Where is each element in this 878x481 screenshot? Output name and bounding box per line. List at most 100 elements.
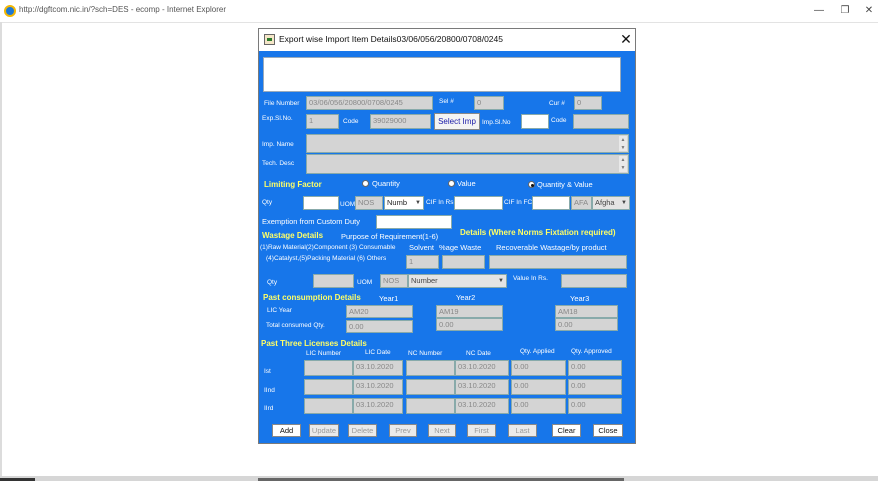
col-lic-date: LIC Date <box>365 349 391 356</box>
select-imp-button[interactable]: Select Imp <box>434 113 480 130</box>
qty-applied-field[interactable]: 0.00 <box>511 379 566 395</box>
chevron-down-icon: ▼ <box>498 278 504 284</box>
cif-fc-field[interactable] <box>532 196 570 210</box>
qty-applied-field[interactable]: 0.00 <box>511 398 566 414</box>
col-nc-number: NC Number <box>408 350 443 357</box>
scroll-arrows-icon[interactable]: ▲ ▼ <box>619 136 627 151</box>
file-number-field[interactable]: 03/06/056/20800/0708/0245 <box>306 96 433 110</box>
last-button[interactable]: Last <box>508 424 537 437</box>
radio-quantity-and-value-label: Quantity & Value <box>537 180 593 189</box>
imp-sl-field[interactable] <box>521 114 549 129</box>
year2-total-field[interactable]: 0.00 <box>436 318 503 331</box>
code-field[interactable]: 39029000 <box>370 114 431 129</box>
year3-label: Year3 <box>570 294 590 303</box>
restore-button[interactable]: ❐ <box>834 3 856 19</box>
wastage-uom-select[interactable]: Number ▼ <box>408 274 507 288</box>
afa-field[interactable]: AFA <box>571 196 592 210</box>
raw-material-label: (1)Raw Material(2)Component (3) Consumab… <box>260 244 396 251</box>
exp-sl-field[interactable]: 1 <box>306 114 339 129</box>
nc-number-field[interactable] <box>406 379 455 395</box>
year3-total-field[interactable]: 0.00 <box>555 318 618 331</box>
nc-number-field[interactable] <box>406 360 455 376</box>
qty-field[interactable] <box>303 196 339 210</box>
norms-details-heading: Details (Where Norms Fixtation required) <box>460 228 616 237</box>
year1-lic-field[interactable]: AM20 <box>346 305 413 318</box>
imp-name-textarea[interactable]: ▲ ▼ <box>306 134 629 153</box>
value-rs-field[interactable] <box>561 274 627 288</box>
sel-field[interactable]: 0 <box>474 96 504 110</box>
qty-approved-field[interactable]: 0.00 <box>568 379 622 395</box>
dialog-close-button[interactable]: ✕ <box>618 31 634 47</box>
tech-desc-label: Tech. Desc <box>262 160 295 167</box>
purpose-field[interactable]: 1 <box>406 255 439 269</box>
radio-quantity[interactable] <box>362 180 369 187</box>
lic-year-label: LIC Year <box>267 307 292 314</box>
nc-date-field[interactable]: 03.10.2020 <box>455 379 509 395</box>
uom-field[interactable]: NOS <box>355 196 383 210</box>
catalyst-label: (4)Catalyst,(5)Packing Material (6) Othe… <box>266 255 387 262</box>
year2-lic-field[interactable]: AM19 <box>436 305 503 318</box>
window-close-button[interactable]: ✕ <box>858 3 878 19</box>
delete-button[interactable]: Delete <box>348 424 377 437</box>
code-label: Code <box>343 118 359 125</box>
row-label: Ist <box>264 368 271 375</box>
scroll-arrows-icon[interactable]: ▲ ▼ <box>619 156 627 172</box>
year3-lic-field[interactable]: AM18 <box>555 305 618 318</box>
chevron-down-icon: ▼ <box>621 200 627 206</box>
radio-quantity-and-value[interactable] <box>528 181 535 188</box>
lic-date-field[interactable]: 03.10.2020 <box>353 379 403 395</box>
lic-date-field[interactable]: 03.10.2020 <box>353 360 403 376</box>
prev-button[interactable]: Prev <box>389 424 417 437</box>
age-waste-field[interactable] <box>442 255 485 269</box>
dialog-title: Export wise Import Item Details03/06/056… <box>279 34 503 44</box>
close-button[interactable]: Close <box>593 424 623 437</box>
exemption-field[interactable] <box>376 215 452 229</box>
clear-button[interactable]: Clear <box>552 424 581 437</box>
lic-date-field[interactable]: 03.10.2020 <box>353 398 403 414</box>
row-label: IInd <box>264 387 275 394</box>
qty-approved-field[interactable]: 0.00 <box>568 398 622 414</box>
uom-select[interactable]: Numb ▼ <box>384 196 424 210</box>
first-button[interactable]: First <box>467 424 496 437</box>
uom-label: UOM <box>340 201 356 208</box>
sel-label: Sel # <box>439 98 454 105</box>
window-title: http://dgftcom.nic.in/?sch=DES - ecomp -… <box>19 5 226 14</box>
country-select[interactable]: Afgha ▼ <box>592 196 630 210</box>
update-button[interactable]: Update <box>309 424 339 437</box>
imp-sl-label: Imp.Sl.No <box>482 119 511 126</box>
col-qty-applied: Qty. Applied <box>520 348 555 355</box>
lic-number-field[interactable] <box>304 379 353 395</box>
wastage-uom-field[interactable]: NOS <box>380 274 408 288</box>
tech-desc-textarea[interactable]: ▲ ▼ <box>306 154 629 174</box>
cif-fc-label: CIF In FC <box>504 199 533 206</box>
age-waste-label: %age Waste <box>439 243 482 252</box>
row-label: IIrd <box>264 405 274 412</box>
code2-field[interactable] <box>573 114 629 129</box>
next-button[interactable]: Next <box>428 424 456 437</box>
lic-number-field[interactable] <box>304 360 353 376</box>
minimize-button[interactable]: — <box>808 3 830 19</box>
radio-value[interactable] <box>448 180 455 187</box>
nc-date-field[interactable]: 03.10.2020 <box>455 360 509 376</box>
cif-rs-field[interactable] <box>454 196 503 210</box>
year1-total-field[interactable]: 0.00 <box>346 320 413 333</box>
add-button[interactable]: Add <box>272 424 301 437</box>
chevron-down-icon: ▼ <box>415 200 421 206</box>
recoverable-field[interactable] <box>489 255 627 269</box>
nc-number-field[interactable] <box>406 398 455 414</box>
total-consumed-label: Total consumed Qty. <box>266 322 325 329</box>
app-icon <box>264 34 275 45</box>
wastage-uom-label: UOM <box>357 279 373 286</box>
nc-date-field[interactable]: 03.10.2020 <box>455 398 509 414</box>
wastage-qty-field[interactable] <box>313 274 354 288</box>
qty-applied-field[interactable]: 0.00 <box>511 360 566 376</box>
col-qty-approved: Qty. Approved <box>571 348 612 355</box>
qty-approved-field[interactable]: 0.00 <box>568 360 622 376</box>
qty-label: Qty <box>262 199 273 206</box>
uom-select-value: Numb <box>387 198 408 207</box>
year2-label: Year2 <box>456 293 476 302</box>
cur-field[interactable]: 0 <box>574 96 602 110</box>
licenses-heading: Past Three Licenses Details <box>261 339 367 348</box>
wastage-details-heading: Wastage Details <box>262 231 324 240</box>
lic-number-field[interactable] <box>304 398 353 414</box>
